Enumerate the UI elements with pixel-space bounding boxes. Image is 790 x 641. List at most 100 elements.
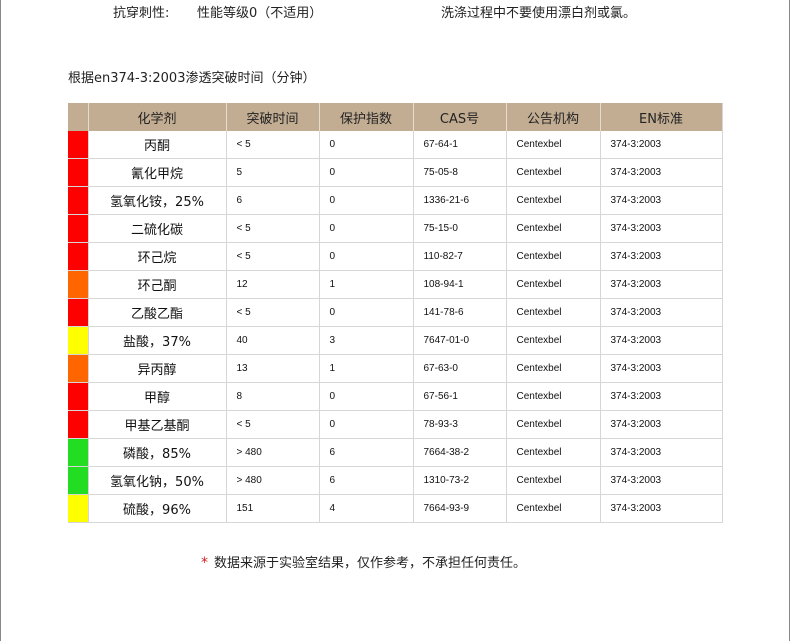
chemical-name-cell: 甲基乙基酮 <box>88 410 227 439</box>
en-standard-cell: 374-3:2003 <box>600 410 723 439</box>
cas-number-cell: 67-64-1 <box>413 131 507 159</box>
table-row: 二硫化碳 < 5 0 75-15-0 Centexbel 374-3:2003 <box>68 214 723 243</box>
en-standard-cell: 374-3:2003 <box>600 494 723 523</box>
protection-index-cell: 0 <box>319 242 414 271</box>
header-notified-body: 公告机构 <box>506 103 601 131</box>
chemical-name-cell: 环己烷 <box>88 242 227 271</box>
chemical-name-cell: 二硫化碳 <box>88 214 227 243</box>
hazard-color-swatch <box>68 382 89 411</box>
breakthrough-time-cell: 151 <box>226 494 320 523</box>
chemical-name-cell: 氰化甲烷 <box>88 158 227 187</box>
hazard-color-swatch <box>68 298 89 327</box>
header-breakthrough-time: 突破时间 <box>226 103 320 131</box>
breakthrough-time-cell: 6 <box>226 186 320 215</box>
top-info-row: 抗穿刺性: 性能等级0（不适用） 洗涤过程中不要使用漂白剂或氯。 <box>0 2 790 21</box>
breakthrough-time-cell: 5 <box>226 158 320 187</box>
protection-index-cell: 1 <box>319 270 414 299</box>
table-row: 环己酮 12 1 108-94-1 Centexbel 374-3:2003 <box>68 270 723 299</box>
protection-index-cell: 4 <box>319 494 414 523</box>
chemical-name-cell: 磷酸，85% <box>88 438 227 467</box>
chemical-name-cell: 乙酸乙酯 <box>88 298 227 327</box>
hazard-color-swatch <box>68 410 89 439</box>
disclaimer: * 数据来源于实验室结果，仅作参考，不承担任何责任。 <box>201 552 526 571</box>
breakthrough-time-cell: > 480 <box>226 466 320 495</box>
chemical-name-cell: 丙酮 <box>88 131 227 159</box>
table-row: 乙酸乙酯 < 5 0 141-78-6 Centexbel 374-3:2003 <box>68 298 723 327</box>
header-cas: CAS号 <box>413 103 507 131</box>
cas-number-cell: 7664-38-2 <box>413 438 507 467</box>
en-standard-cell: 374-3:2003 <box>600 270 723 299</box>
protection-index-cell: 1 <box>319 354 414 383</box>
breakthrough-time-cell: < 5 <box>226 298 320 327</box>
protection-index-cell: 0 <box>319 298 414 327</box>
cas-number-cell: 75-15-0 <box>413 214 507 243</box>
table-row: 硫酸，96% 151 4 7664-93-9 Centexbel 374-3:2003 <box>68 494 723 523</box>
hazard-color-swatch <box>68 326 89 355</box>
breakthrough-time-cell: < 5 <box>226 214 320 243</box>
section-title: 根据en374-3:2003渗透突破时间（分钟） <box>68 71 316 86</box>
washing-note: 洗涤过程中不要使用漂白剂或氯。 <box>441 6 637 21</box>
protection-index-cell: 0 <box>319 214 414 243</box>
breakthrough-time-cell: < 5 <box>226 242 320 271</box>
protection-index-cell: 6 <box>319 438 414 467</box>
header-en-standard: EN标准 <box>600 103 723 131</box>
table-row: 异丙醇 13 1 67-63-0 Centexbel 374-3:2003 <box>68 354 723 383</box>
cas-number-cell: 110-82-7 <box>413 242 507 271</box>
table-row: 环己烷 < 5 0 110-82-7 Centexbel 374-3:2003 <box>68 242 723 271</box>
breakthrough-time-cell: < 5 <box>226 410 320 439</box>
notified-body-cell: Centexbel <box>506 494 601 523</box>
cas-number-cell: 75-05-8 <box>413 158 507 187</box>
breakthrough-time-cell: < 5 <box>226 131 320 159</box>
table-header-row: 化学剂 突破时间 保护指数 CAS号 公告机构 EN标准 <box>68 103 723 131</box>
breakthrough-time-cell: > 480 <box>226 438 320 467</box>
table-row: 甲醇 8 0 67-56-1 Centexbel 374-3:2003 <box>68 382 723 411</box>
en-standard-cell: 374-3:2003 <box>600 326 723 355</box>
notified-body-cell: Centexbel <box>506 438 601 467</box>
table-row: 盐酸，37% 40 3 7647-01-0 Centexbel 374-3:2003 <box>68 326 723 355</box>
breakthrough-time-cell: 12 <box>226 270 320 299</box>
hazard-color-swatch <box>68 438 89 467</box>
table-row: 氢氧化钠，50% > 480 6 1310-73-2 Centexbel 374-3:20… <box>68 466 723 495</box>
cas-number-cell: 1310-73-2 <box>413 466 507 495</box>
notified-body-cell: Centexbel <box>506 186 601 215</box>
en-standard-cell: 374-3:2003 <box>600 438 723 467</box>
notified-body-cell: Centexbel <box>506 410 601 439</box>
table-row: 甲基乙基酮 < 5 0 78-93-3 Centexbel 374-3:2003 <box>68 410 723 439</box>
cas-number-cell: 141-78-6 <box>413 298 507 327</box>
cas-number-cell: 1336-21-6 <box>413 186 507 215</box>
chemical-name-cell: 盐酸，37% <box>88 326 227 355</box>
chemical-name-cell: 氢氧化铵，25% <box>88 186 227 215</box>
puncture-resistance-label: 抗穿刺性: <box>113 6 170 21</box>
en-standard-cell: 374-3:2003 <box>600 466 723 495</box>
notified-body-cell: Centexbel <box>506 382 601 411</box>
en-standard-cell: 374-3:2003 <box>600 214 723 243</box>
chemical-name-cell: 氢氧化钠，50% <box>88 466 227 495</box>
en-standard-cell: 374-3:2003 <box>600 242 723 271</box>
protection-index-cell: 0 <box>319 158 414 187</box>
en-standard-cell: 374-3:2003 <box>600 158 723 187</box>
table-body: 丙酮 < 5 0 67-64-1 Centexbel 374-3:2003 氰化甲烷 5 0 75… <box>68 131 723 523</box>
notified-body-cell: Centexbel <box>506 131 601 159</box>
cas-number-cell: 67-56-1 <box>413 382 507 411</box>
notified-body-cell: Centexbel <box>506 242 601 271</box>
notified-body-cell: Centexbel <box>506 326 601 355</box>
table-row: 磷酸，85% > 480 6 7664-38-2 Centexbel 374-3:2003 <box>68 438 723 467</box>
chemical-name-cell: 硫酸，96% <box>88 494 227 523</box>
asterisk-icon: * <box>201 555 208 571</box>
en-standard-cell: 374-3:2003 <box>600 382 723 411</box>
notified-body-cell: Centexbel <box>506 466 601 495</box>
protection-index-cell: 0 <box>319 186 414 215</box>
header-protection-index: 保护指数 <box>319 103 414 131</box>
chemical-name-cell: 异丙醇 <box>88 354 227 383</box>
table-row: 氢氧化铵，25% 6 0 1336-21-6 Centexbel 374-3:2003 <box>68 186 723 215</box>
hazard-color-swatch <box>68 158 89 187</box>
cas-number-cell: 7664-93-9 <box>413 494 507 523</box>
chemical-name-cell: 环己酮 <box>88 270 227 299</box>
protection-index-cell: 0 <box>319 382 414 411</box>
notified-body-cell: Centexbel <box>506 354 601 383</box>
protection-index-cell: 0 <box>319 131 414 159</box>
cas-number-cell: 108-94-1 <box>413 270 507 299</box>
hazard-color-swatch <box>68 354 89 383</box>
header-chemical: 化学剂 <box>88 103 227 131</box>
hazard-color-swatch <box>68 186 89 215</box>
